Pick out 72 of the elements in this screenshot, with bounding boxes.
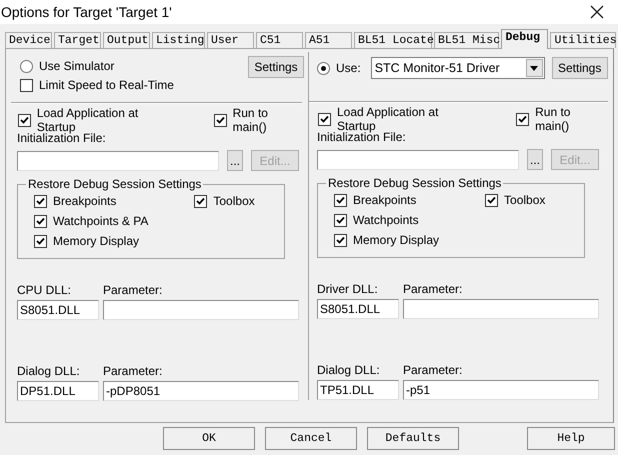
field-label: Parameter:: [403, 282, 464, 296]
dll-field[interactable]: S8051.DLL: [317, 299, 399, 319]
settings-button[interactable]: Settings: [248, 56, 304, 78]
browse-button[interactable]: ...: [527, 149, 543, 170]
checkbox[interactable]: [34, 214, 47, 228]
checkbox[interactable]: [516, 112, 530, 126]
checkbox[interactable]: [334, 234, 347, 246]
driver-dropdown[interactable]: STC Monitor-51 Driver: [370, 57, 545, 79]
field-label: Parameter:: [103, 283, 164, 297]
dll-field[interactable]: TP51.DLL: [317, 380, 399, 400]
checkbox-label: Watchpoints & PA: [53, 214, 148, 228]
checkbox-label: Load Application at Startup: [336, 105, 440, 133]
checkbox-label: Toolbox: [504, 193, 546, 207]
tab[interactable]: Output: [103, 32, 150, 48]
checkbox[interactable]: [20, 78, 33, 92]
parameter-field[interactable]: -p51: [403, 380, 599, 400]
radio-label: Use:: [336, 61, 361, 75]
dialog-button[interactable]: Help: [527, 427, 615, 450]
window-title: Options for Target 'Target 1': [1, 4, 172, 20]
tab[interactable]: BL51 Locate: [354, 32, 432, 48]
radio-button[interactable]: [20, 60, 33, 72]
dialog-button[interactable]: Cancel: [265, 427, 357, 450]
field-label: CPU DLL:: [17, 283, 72, 297]
parameter-field[interactable]: -pDP8051: [103, 381, 299, 401]
field-label: Parameter:: [103, 364, 164, 378]
checkbox-label: Load Application at Startup: [36, 106, 140, 134]
field-label: Driver DLL:: [317, 282, 379, 296]
parameter-field[interactable]: [403, 299, 599, 319]
checkbox[interactable]: [194, 194, 208, 208]
tab[interactable]: Listing: [152, 32, 205, 48]
browse-button[interactable]: ...: [227, 150, 243, 171]
checkbox-label: Watchpoints: [353, 213, 419, 227]
dll-field[interactable]: S8051.DLL: [17, 300, 99, 320]
checkbox-label: Breakpoints: [353, 193, 416, 207]
checkbox-label: Memory Display: [353, 233, 440, 247]
field-label: Dialog DLL:: [17, 364, 81, 378]
checkbox[interactable]: [318, 112, 331, 126]
group-title: Restore Debug Session Settings: [327, 176, 502, 190]
checkbox-label: Limit Speed to Real-Time: [39, 78, 174, 92]
checkbox[interactable]: [34, 194, 47, 208]
tab[interactable]: Utilities: [550, 32, 616, 48]
checkbox-label: Run to main(): [232, 106, 269, 134]
checkbox-label: Memory Display: [53, 234, 140, 248]
checkbox[interactable]: [18, 114, 31, 126]
radio-button[interactable]: [317, 62, 330, 74]
radio-label: Use Simulator: [39, 59, 114, 73]
tab[interactable]: C51: [256, 32, 303, 48]
group-title: Restore Debug Session Settings: [27, 177, 202, 191]
checkbox-label: Toolbox: [213, 194, 255, 208]
settings-button[interactable]: Settings: [552, 57, 608, 79]
checkbox[interactable]: [34, 234, 47, 248]
checkbox[interactable]: [485, 194, 498, 206]
checkbox[interactable]: [334, 214, 347, 226]
field-label: Dialog DLL:: [317, 363, 381, 377]
checkbox-label: Run to main(): [535, 105, 572, 133]
tab[interactable]: Device: [5, 32, 52, 48]
dialog-button[interactable]: OK: [163, 427, 255, 450]
checkbox[interactable]: [334, 194, 347, 206]
init-file-field[interactable]: [17, 150, 219, 170]
init-file-field[interactable]: [317, 150, 519, 170]
dll-field[interactable]: DP51.DLL: [17, 381, 99, 401]
checkbox[interactable]: [214, 114, 227, 126]
dialog-button[interactable]: Defaults: [367, 427, 459, 450]
field-label: Parameter:: [403, 363, 464, 377]
tab[interactable]: A51: [304, 32, 352, 48]
tab[interactable]: BL51 Misc: [434, 32, 500, 48]
checkbox-label: Breakpoints: [53, 194, 116, 208]
tab[interactable]: Target: [54, 32, 101, 48]
tab[interactable]: Debug: [501, 29, 548, 49]
tab[interactable]: User: [206, 32, 254, 48]
parameter-field[interactable]: [103, 300, 299, 320]
close-icon[interactable]: [590, 5, 604, 19]
